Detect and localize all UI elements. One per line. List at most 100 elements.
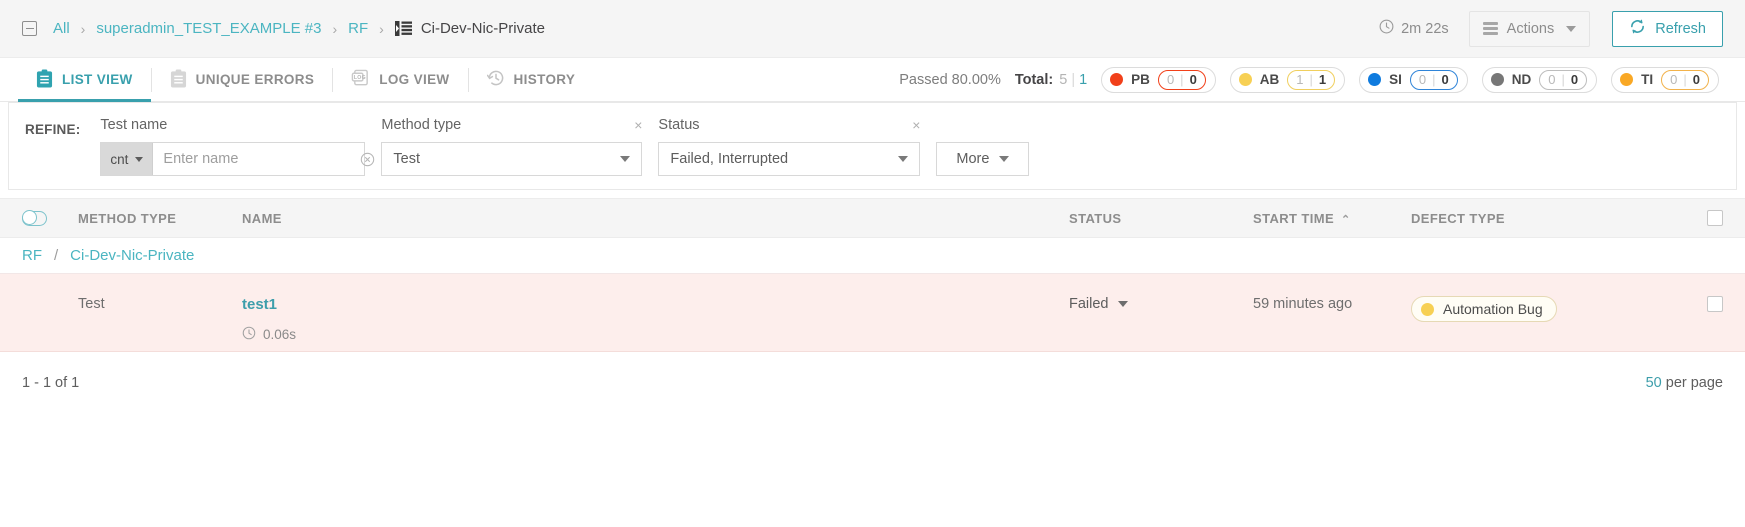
method-type-select[interactable]: Test bbox=[381, 142, 643, 176]
count-current: 0 bbox=[1570, 72, 1579, 87]
chevron-down-icon bbox=[1117, 301, 1128, 307]
table-header: METHOD TYPE NAME STATUS START TIME ⌃ DEFE… bbox=[0, 198, 1745, 238]
count-total: 1 bbox=[1296, 72, 1304, 87]
statistics-panel: Passed 80.00% Total: 5 | 1 PB 0 | 0 AB 1 | bbox=[899, 66, 1727, 93]
tab-list-view[interactable]: LIST VIEW bbox=[18, 58, 151, 102]
total-secondary: 1 bbox=[1079, 71, 1088, 88]
filter-title: Test name bbox=[100, 117, 168, 133]
stat-badge-pb[interactable]: PB 0 | 0 bbox=[1101, 66, 1216, 93]
filter-method-type: Method type × Test bbox=[381, 116, 643, 176]
row-checkbox-cell bbox=[1689, 274, 1723, 312]
chevron-down-icon bbox=[135, 156, 144, 162]
clock-icon bbox=[242, 326, 256, 343]
column-header-name[interactable]: NAME bbox=[242, 211, 1069, 226]
filter-header: Test name bbox=[100, 116, 365, 134]
tab-log-view[interactable]: LOG LOG VIEW bbox=[333, 58, 467, 102]
history-clock-icon bbox=[486, 69, 505, 90]
breadcrumb-item-rf[interactable]: RF bbox=[348, 20, 368, 37]
badge-label: PB bbox=[1131, 72, 1150, 87]
count-current: 0 bbox=[1189, 72, 1197, 87]
actions-label: Actions bbox=[1506, 20, 1555, 37]
stat-badge-ti[interactable]: TI 0 | 0 bbox=[1611, 66, 1719, 93]
per-page-number[interactable]: 50 bbox=[1646, 375, 1662, 391]
chevron-down-icon bbox=[898, 156, 909, 162]
defect-type-label: Automation Bug bbox=[1443, 301, 1543, 317]
clipboard-outline-icon bbox=[170, 69, 187, 91]
group-link-child[interactable]: Ci-Dev-Nic-Private bbox=[70, 247, 194, 264]
more-filters-button[interactable]: More bbox=[936, 142, 1030, 176]
status-dot-icon bbox=[1238, 73, 1252, 86]
column-header-status[interactable]: STATUS bbox=[1069, 211, 1253, 226]
tab-history[interactable]: HISTORY bbox=[469, 58, 594, 102]
condition-value: cnt bbox=[110, 151, 129, 167]
tab-unique-errors[interactable]: UNIQUE ERRORS bbox=[152, 58, 333, 102]
defect-type-badge[interactable]: Automation Bug bbox=[1411, 296, 1557, 322]
tab-label: LIST VIEW bbox=[62, 72, 133, 87]
test-item-icon bbox=[394, 21, 412, 36]
svg-text:LOG: LOG bbox=[354, 75, 366, 81]
count-current: 1 bbox=[1318, 72, 1327, 87]
column-header-method-type[interactable]: METHOD TYPE bbox=[78, 211, 242, 226]
total-divider: | bbox=[1071, 71, 1076, 88]
header-checkbox-cell bbox=[1689, 210, 1723, 226]
breadcrumb-item-launch[interactable]: superadmin_TEST_EXAMPLE #3 bbox=[96, 20, 321, 37]
actions-button[interactable]: Actions bbox=[1468, 10, 1591, 47]
remove-filter-icon[interactable]: × bbox=[634, 117, 642, 133]
log-icon: LOG bbox=[351, 69, 370, 90]
refresh-button[interactable]: Refresh bbox=[1612, 10, 1723, 47]
count-total: 0 bbox=[1418, 72, 1427, 87]
badge-counter: 0 | 0 bbox=[1539, 69, 1588, 90]
breadcrumb-separator: › bbox=[332, 20, 338, 37]
total-label: Total: bbox=[1014, 71, 1054, 88]
table-row[interactable]: Test test1 0.06s Failed 59 minutes ago A… bbox=[0, 274, 1745, 352]
status-dot-icon bbox=[1620, 73, 1634, 86]
row-select-checkbox[interactable] bbox=[1707, 296, 1723, 312]
breadcrumb-item-all[interactable]: All bbox=[53, 20, 70, 37]
cell-start-time: 59 minutes ago bbox=[1253, 296, 1353, 312]
count-total: 0 bbox=[1670, 72, 1678, 87]
defect-dot-icon bbox=[1421, 302, 1434, 316]
cell-method-type: Test bbox=[78, 296, 105, 312]
duration-text: 0.06s bbox=[263, 327, 297, 342]
count-total: 0 bbox=[1548, 72, 1556, 87]
count-divider: | bbox=[1561, 72, 1565, 87]
test-name-input[interactable] bbox=[153, 143, 361, 175]
row-toggle-cell bbox=[22, 274, 78, 296]
test-name-link[interactable]: test1 bbox=[242, 296, 1069, 313]
refine-label: REFINE: bbox=[25, 122, 81, 137]
remove-filter-icon[interactable]: × bbox=[912, 117, 920, 133]
condition-select[interactable]: cnt bbox=[101, 143, 154, 175]
stat-badge-si[interactable]: SI 0 | 0 bbox=[1359, 66, 1468, 93]
group-link-parent[interactable]: RF bbox=[22, 247, 42, 264]
filter-status: Status × Failed, Interrupted bbox=[658, 116, 921, 176]
breadcrumb-separator: › bbox=[379, 20, 384, 37]
duration-text: 2m 22s bbox=[1401, 20, 1449, 37]
badge-counter: 1 | 1 bbox=[1287, 69, 1336, 90]
filter-test-name: Test name cnt bbox=[100, 116, 375, 176]
tab-label: LOG VIEW bbox=[379, 72, 450, 87]
status-value: Failed, Interrupted bbox=[670, 151, 789, 167]
stat-badge-nd[interactable]: ND 0 | 0 bbox=[1481, 66, 1598, 93]
more-label: More bbox=[956, 151, 990, 167]
total-counts: Total: 5 | 1 bbox=[1015, 72, 1087, 88]
breadcrumb-current: Ci-Dev-Nic-Private bbox=[420, 20, 545, 37]
select-all-checkbox[interactable] bbox=[1707, 210, 1723, 226]
stat-badge-ab[interactable]: AB 1 | 1 bbox=[1229, 66, 1346, 93]
collapse-box-icon[interactable] bbox=[22, 21, 37, 36]
status-select[interactable]: Failed, Interrupted bbox=[658, 142, 921, 176]
badge-label: ND bbox=[1511, 72, 1532, 87]
chevron-down-icon bbox=[620, 156, 631, 162]
tab-label: UNIQUE ERRORS bbox=[195, 72, 315, 87]
status-dropdown[interactable]: Failed bbox=[1069, 296, 1253, 312]
hamburger-icon bbox=[1482, 22, 1498, 35]
cell-name: test1 0.06s bbox=[242, 274, 1069, 343]
group-path-row: RF / Ci-Dev-Nic-Private bbox=[0, 238, 1745, 274]
collapse-toggle[interactable] bbox=[22, 210, 47, 226]
column-header-defect-type[interactable]: DEFECT TYPE bbox=[1411, 211, 1689, 226]
clipboard-icon bbox=[36, 69, 53, 91]
cell-defect-type: Automation Bug bbox=[1411, 274, 1689, 322]
chevron-down-icon bbox=[1566, 25, 1577, 32]
status-dot-icon bbox=[1368, 73, 1382, 86]
column-header-start-time[interactable]: START TIME ⌃ bbox=[1253, 211, 1411, 226]
filter-header: Method type × bbox=[381, 116, 642, 134]
